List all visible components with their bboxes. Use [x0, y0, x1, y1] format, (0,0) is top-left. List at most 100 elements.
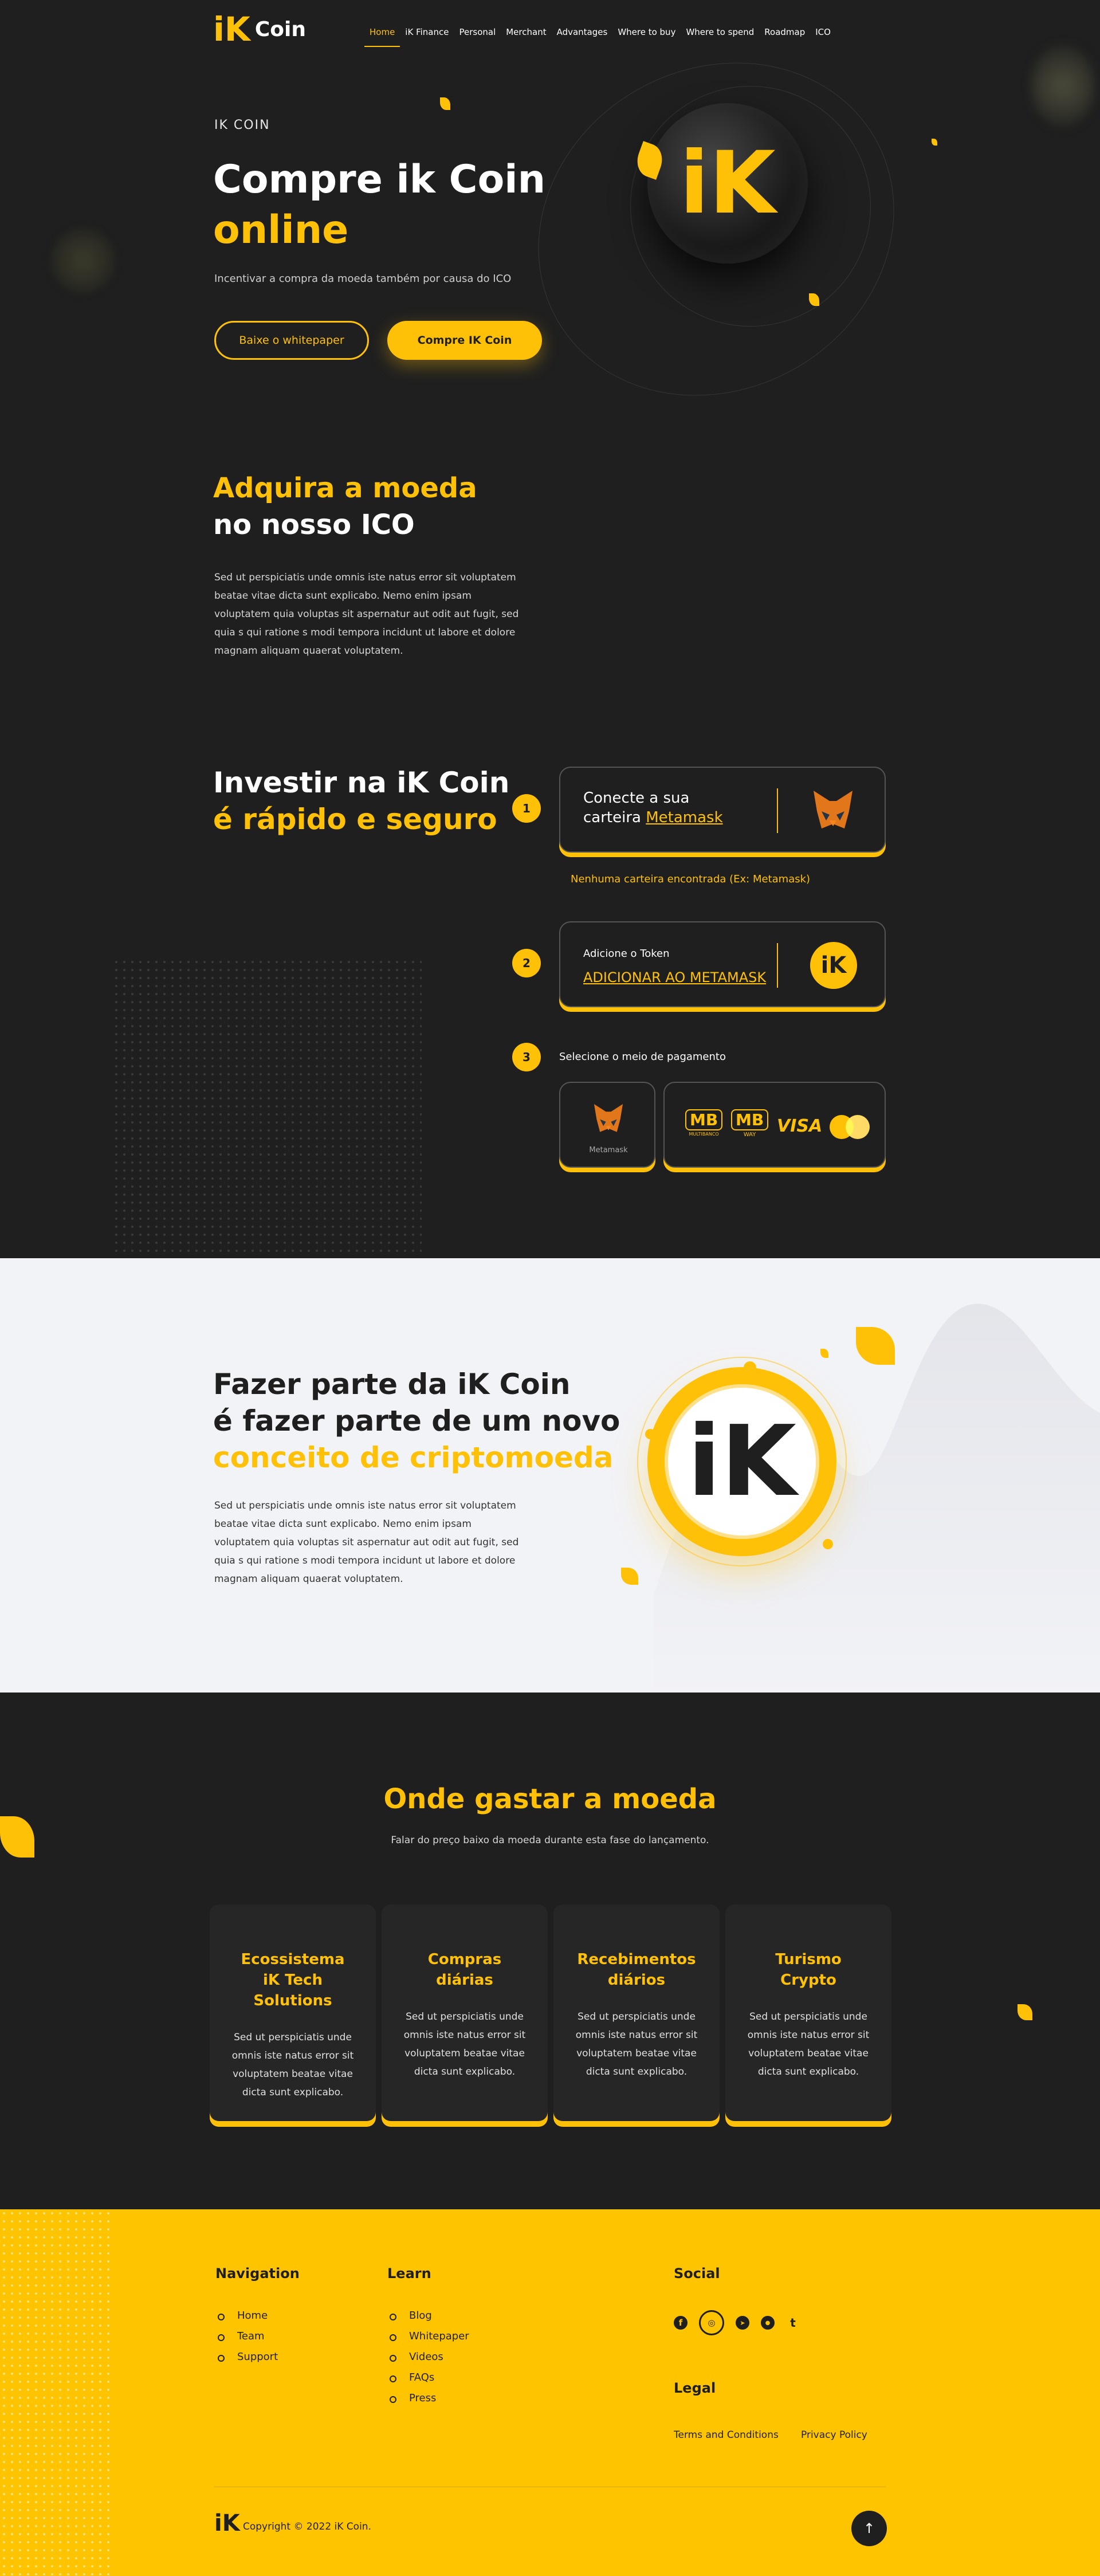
hero-coin: iK: [647, 103, 808, 264]
add-token-card[interactable]: Adicione o Token ADICIONAR AO METAMASK i…: [559, 921, 886, 1007]
payment-method-label: Selecione o meio de pagamento: [559, 1051, 726, 1063]
back-to-top-button[interactable]: ↑: [851, 2511, 887, 2546]
nav-where-to-spend[interactable]: Where to spend: [681, 25, 759, 47]
footer-link-blog[interactable]: Blog: [387, 2306, 469, 2326]
nav-ico[interactable]: ICO: [810, 25, 836, 47]
footer-nav-list: Home Team Support: [215, 2306, 278, 2367]
ik-token-icon: iK: [810, 942, 857, 989]
privacy-link[interactable]: Privacy Policy: [801, 2429, 867, 2441]
arrow-up-icon: ↑: [863, 2520, 875, 2536]
footer-link-videos[interactable]: Videos: [387, 2347, 469, 2367]
spend-card-title: Recebimentos diários: [567, 1949, 706, 1990]
spend-card-title-line1: Compras: [427, 1951, 502, 1968]
main-nav: Home iK Finance Personal Merchant Advant…: [364, 25, 836, 47]
spend-card-body: Sed ut perspiciatis unde omnis iste natu…: [575, 2011, 698, 2078]
spend-card[interactable]: Compras diárias Sed ut perspiciatis unde …: [382, 1904, 548, 2121]
site-logo[interactable]: iK Coin: [213, 13, 306, 46]
nav-where-to-buy[interactable]: Where to buy: [612, 25, 681, 47]
coin-logo-letter: iK: [679, 133, 776, 233]
spend-card-body: Sed ut perspiciatis unde omnis iste natu…: [231, 2032, 354, 2098]
footer-link-faqs[interactable]: FAQs: [387, 2367, 469, 2388]
featured-coin: iK: [647, 1367, 836, 1556]
facebook-icon[interactable]: f: [674, 2316, 688, 2330]
decor-leaf: [440, 97, 450, 110]
download-whitepaper-button[interactable]: Baixe o whitepaper: [214, 321, 369, 360]
multibanco-icon[interactable]: MB MULTIBANCO: [685, 1109, 723, 1137]
footer-social-title: Social: [674, 2265, 720, 2282]
multibanco-icon-text: MB: [685, 1109, 723, 1130]
add-to-metamask-link[interactable]: ADICIONAR AO METAMASK: [583, 969, 766, 985]
spend-card-title-line1: Turismo: [775, 1951, 842, 1968]
logo-mark: iK: [213, 10, 250, 49]
hero-title-line1: Compre ik Coin: [213, 157, 546, 202]
twitter-icon[interactable]: t: [786, 2316, 800, 2330]
metamask-fox-icon: [810, 788, 856, 832]
mbway-icon-text: MB: [731, 1109, 769, 1130]
step-1-badge: 1: [512, 794, 541, 823]
footer-learn-list: Blog Whitepaper Videos FAQs Press: [387, 2306, 469, 2409]
instagram-icon[interactable]: ◎: [699, 2310, 724, 2335]
footer-link-support[interactable]: Support: [215, 2347, 278, 2367]
no-wallet-message: Nenhuma carteira encontrada (Ex: Metamas…: [571, 873, 811, 885]
connect-wallet-card[interactable]: Conecte a sua carteira Metamask: [559, 767, 886, 853]
decor-blurred-coin: [1031, 46, 1094, 126]
spend-card-title-line2: Crypto: [780, 1972, 836, 1989]
nav-home[interactable]: Home: [364, 25, 400, 47]
ico-title-line1: Adquira a moeda: [213, 472, 477, 504]
decor-leaf: [932, 139, 937, 146]
decor-bead: [645, 1429, 655, 1439]
featured-coin-face: iK: [665, 1384, 819, 1539]
card-divider: [777, 788, 778, 833]
telegram-icon[interactable]: ➤: [736, 2316, 749, 2330]
invest-title-line2: é rápido e seguro: [213, 803, 497, 836]
logo-word: Coin: [254, 17, 306, 41]
footer-link-home[interactable]: Home: [215, 2306, 278, 2326]
nav-personal[interactable]: Personal: [454, 25, 501, 47]
mbway-icon[interactable]: MB WAY: [731, 1109, 769, 1138]
add-token-label: Adicione o Token: [583, 948, 670, 960]
decor-blurred-coin: [52, 229, 115, 292]
ico-body: Sed ut perspiciatis unde omnis iste natu…: [214, 572, 519, 657]
join-title-line2: é fazer parte de um novo: [213, 1404, 620, 1438]
pay-metamask-option[interactable]: Metamask: [559, 1082, 655, 1168]
spend-card-title-line1: Recebimentos: [577, 1951, 696, 1968]
footer-nav-title: Navigation: [215, 2265, 300, 2282]
spend-card[interactable]: Turismo Crypto Sed ut perspiciatis unde o…: [725, 1904, 891, 2121]
hero-title: Compre ik Coin online: [213, 155, 545, 256]
invest-title: Investir na iK Coin é rápido e seguro: [213, 764, 509, 838]
footer-link-whitepaper[interactable]: Whitepaper: [387, 2326, 469, 2347]
connect-wallet-line2-text: carteira: [583, 809, 646, 826]
join-title-line1: Fazer parte da iK Coin: [213, 1368, 571, 1401]
pay-card-options[interactable]: MB MULTIBANCO MB WAY VISA: [663, 1082, 886, 1168]
step-3-badge: 3: [512, 1043, 541, 1071]
decor-leaf: [0, 1816, 34, 1858]
spend-card-title: Turismo Crypto: [739, 1949, 878, 1990]
decor-leaf: [820, 1349, 828, 1358]
nav-merchant[interactable]: Merchant: [501, 25, 551, 47]
featured-coin-letter: iK: [687, 1405, 796, 1518]
mastercard-icon[interactable]: [830, 1115, 870, 1139]
buy-coin-button[interactable]: Compre IK Coin: [387, 321, 542, 360]
metamask-link[interactable]: Metamask: [646, 809, 722, 826]
nav-ik-finance[interactable]: iK Finance: [400, 25, 454, 47]
spend-title: Onde gastar a moeda: [383, 1783, 717, 1815]
hero-eyebrow: IK COIN: [214, 118, 270, 132]
terms-link[interactable]: Terms and Conditions: [674, 2429, 779, 2441]
metamask-option-label: Metamask: [589, 1146, 628, 1155]
card-divider: [777, 943, 778, 988]
ico-title: Adquira a moeda no nosso ICO: [213, 470, 477, 543]
step-2-badge: 2: [512, 949, 541, 977]
hero-title-line2: online: [213, 207, 349, 253]
nav-advantages[interactable]: Advantages: [552, 25, 613, 47]
nav-roadmap[interactable]: Roadmap: [759, 25, 810, 47]
join-title: Fazer parte da iK Coin é fazer parte de …: [213, 1366, 620, 1476]
visa-icon[interactable]: VISA: [777, 1116, 822, 1136]
spend-card[interactable]: Recebimentos diários Sed ut perspiciatis …: [553, 1904, 720, 2121]
mbway-icon-sub: WAY: [743, 1132, 756, 1138]
reddit-icon[interactable]: ●: [761, 2316, 775, 2330]
footer-link-team[interactable]: Team: [215, 2326, 278, 2347]
footer-learn-title: Learn: [387, 2265, 431, 2282]
footer-logo[interactable]: iK: [214, 2512, 240, 2535]
footer-link-press[interactable]: Press: [387, 2388, 469, 2409]
spend-card[interactable]: Ecossistema iK Tech Solutions Sed ut pers…: [210, 1904, 376, 2121]
